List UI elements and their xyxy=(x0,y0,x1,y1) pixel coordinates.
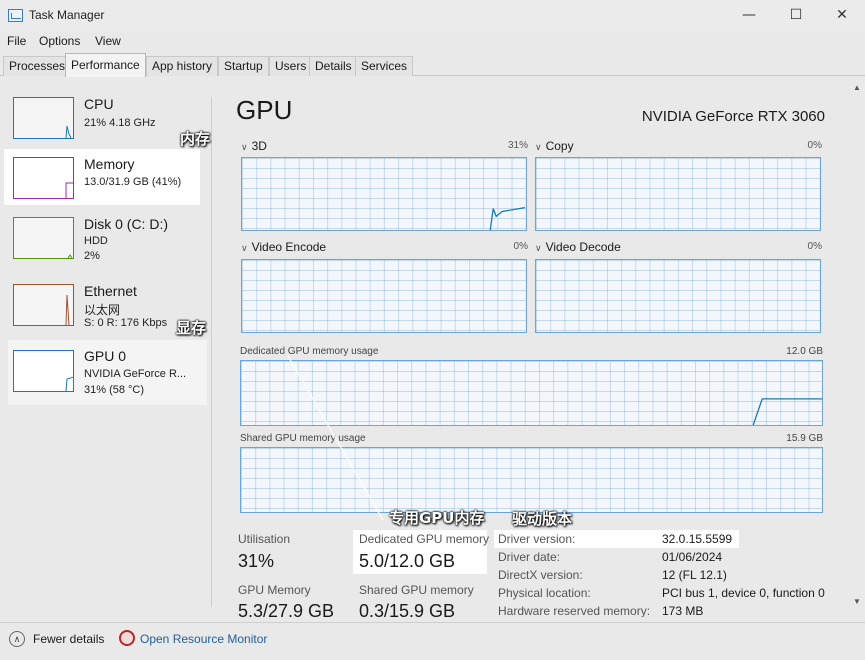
engine-percent: 0% xyxy=(513,241,528,252)
engine-label: Copy xyxy=(545,139,574,153)
info-label: Physical location: xyxy=(498,586,591,600)
sidebar-item-title: GPU 0 xyxy=(84,348,127,364)
sidebar-item-sub: NVIDIA GeForce R... xyxy=(84,368,187,380)
info-label: DirectX version: xyxy=(498,568,583,582)
menu-bar: File Options View xyxy=(0,31,865,51)
engine-percent: 0% xyxy=(807,241,822,252)
sidebar-item-disk[interactable]: Disk 0 (C: D:) HDD 2% xyxy=(0,215,211,271)
sidebar-item-sub: 以太网 xyxy=(84,303,121,317)
utilisation-label: Utilisation xyxy=(238,532,291,546)
dedicated-memory-label: Dedicated GPU memory xyxy=(359,532,490,546)
footer: ∧ Fewer details Open Resource Monitor xyxy=(0,622,865,660)
engine-percent: 0% xyxy=(807,140,822,151)
maximize-button[interactable]: ☐ xyxy=(773,0,819,31)
memory-graph-icon xyxy=(13,157,74,199)
engine-label: Video Encode xyxy=(251,240,327,254)
chevron-up-icon[interactable]: ∧ xyxy=(9,631,25,647)
sidebar-item-sub: 2% xyxy=(84,250,100,262)
sidebar-item-sub: 13.0/31.9 GB (41%) xyxy=(84,176,182,188)
engine-selector-copy[interactable]: ∨ Copy xyxy=(535,139,574,153)
disk-graph-icon xyxy=(13,217,74,259)
scroll-down-icon[interactable]: ▼ xyxy=(849,597,865,606)
sidebar: CPU 21% 4.18 GHz Memory 13.0/31.9 GB (41… xyxy=(0,77,211,617)
tab-services[interactable]: Services xyxy=(355,56,414,76)
engine-label: Video Decode xyxy=(545,240,621,254)
tab-app-history[interactable]: App history xyxy=(146,56,219,76)
info-label: Driver version: xyxy=(498,532,576,546)
menu-options[interactable]: Options xyxy=(39,34,80,48)
graph-video-encode xyxy=(241,259,527,333)
annotation-driver-version: 驱动版本 xyxy=(512,510,573,528)
close-button[interactable]: ✕ xyxy=(819,0,865,31)
driver-date-value: 01/06/2024 xyxy=(662,550,723,564)
gpu-graph-icon xyxy=(13,350,74,392)
physical-location-value: PCI bus 1, device 0, function 0 xyxy=(662,586,825,600)
title-bar: Task Manager — ☐ ✕ xyxy=(0,0,865,31)
menu-view[interactable]: View xyxy=(95,34,121,48)
engine-selector-video-decode[interactable]: ∨ Video Decode xyxy=(535,240,621,254)
annotation-vram: 显存 xyxy=(176,319,207,337)
menu-file[interactable]: File xyxy=(7,34,26,48)
sidebar-item-title: Disk 0 (C: D:) xyxy=(84,216,168,232)
cpu-graph-icon xyxy=(13,97,74,139)
utilisation-value: 31% xyxy=(238,551,275,571)
engine-percent: 31% xyxy=(507,140,528,151)
sidebar-item-title: Ethernet xyxy=(84,283,137,299)
tab-bar: Processes Performance App history Startu… xyxy=(0,53,865,77)
tab-details[interactable]: Details xyxy=(309,56,358,76)
gpu-memory-label: GPU Memory xyxy=(238,583,311,597)
scrollbar[interactable]: ▲ ▼ xyxy=(849,77,865,617)
sidebar-divider xyxy=(211,97,212,607)
tab-startup[interactable]: Startup xyxy=(218,56,269,76)
sidebar-item-sub: 21% 4.18 GHz xyxy=(84,117,156,129)
sidebar-item-title: CPU xyxy=(84,96,114,112)
shared-graph-label: Shared GPU memory usage xyxy=(240,433,366,444)
graph-copy xyxy=(535,157,821,231)
gpu-memory-value: 5.3/27.9 GB xyxy=(238,601,335,617)
reserved-memory-value: 173 MB xyxy=(662,604,704,617)
tab-processes[interactable]: Processes xyxy=(3,56,72,76)
sidebar-item-sub: 31% (58 °C) xyxy=(84,384,145,396)
sidebar-item-gpu[interactable]: GPU 0 NVIDIA GeForce R... 31% (58 °C) xyxy=(0,345,211,405)
graph-3d xyxy=(241,157,527,231)
directx-version-value: 12 (FL 12.1) xyxy=(662,568,727,582)
ethernet-graph-icon xyxy=(13,284,74,326)
graph-video-decode xyxy=(535,259,821,333)
tab-users[interactable]: Users xyxy=(269,56,313,76)
chevron-down-icon: ∨ xyxy=(535,243,542,253)
driver-version-value: 32.0.15.5599 xyxy=(662,532,733,546)
annotation-memory: 内存 xyxy=(180,130,211,148)
minimize-button[interactable]: — xyxy=(726,0,772,31)
sidebar-item-memory[interactable]: Memory 13.0/31.9 GB (41%) xyxy=(0,155,211,205)
gpu-model-name: NVIDIA GeForce RTX 3060 xyxy=(641,108,825,125)
window-title: Task Manager xyxy=(29,8,105,22)
tab-performance[interactable]: Performance xyxy=(65,53,146,77)
open-resource-monitor-link[interactable]: Open Resource Monitor xyxy=(140,632,267,646)
task-manager-icon xyxy=(8,9,23,22)
scroll-up-icon[interactable]: ▲ xyxy=(849,83,865,92)
chevron-down-icon: ∨ xyxy=(241,243,248,253)
engine-selector-3d[interactable]: ∨ 3D xyxy=(241,139,267,153)
sidebar-item-sub: S: 0 R: 176 Kbps xyxy=(84,317,168,329)
chevron-down-icon: ∨ xyxy=(241,142,248,152)
graph-dedicated-memory xyxy=(240,360,823,426)
shared-memory-label: Shared GPU memory xyxy=(359,583,474,597)
fewer-details-link[interactable]: Fewer details xyxy=(33,632,104,646)
info-label: Hardware reserved memory: xyxy=(498,604,651,617)
chevron-down-icon: ∨ xyxy=(535,142,542,152)
annotation-dedicated-vram: 专用GPU内存 xyxy=(389,509,485,527)
page-title: GPU xyxy=(236,95,293,125)
dedicated-graph-label: Dedicated GPU memory usage xyxy=(240,346,379,357)
shared-graph-max: 15.9 GB xyxy=(786,433,823,444)
dedicated-memory-value: 5.0/12.0 GB xyxy=(359,551,456,571)
sidebar-item-sub: HDD xyxy=(84,235,108,247)
shared-memory-value: 0.3/15.9 GB xyxy=(359,601,456,617)
dedicated-graph-max: 12.0 GB xyxy=(786,346,823,357)
sidebar-item-title: Memory xyxy=(84,156,135,172)
resource-monitor-icon[interactable] xyxy=(119,630,135,646)
info-label: Driver date: xyxy=(498,550,561,564)
engine-selector-video-encode[interactable]: ∨ Video Encode xyxy=(241,240,326,254)
graph-shared-memory xyxy=(240,447,823,513)
engine-label: 3D xyxy=(251,139,267,153)
